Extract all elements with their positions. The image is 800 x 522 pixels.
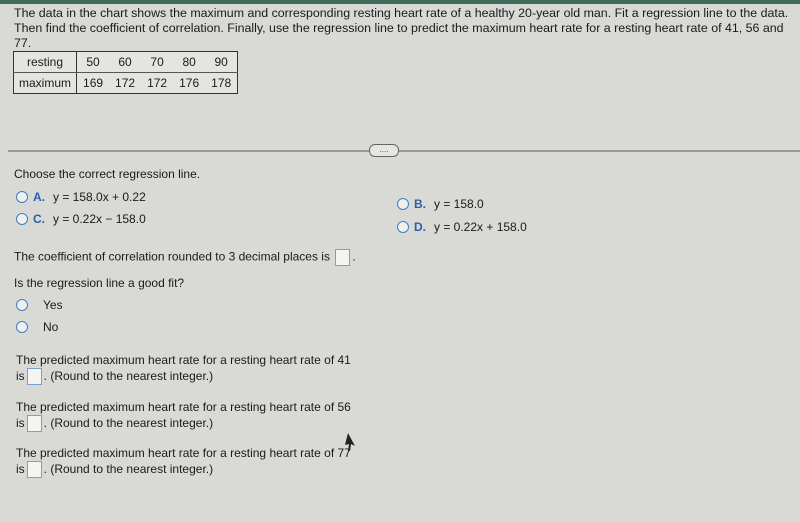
option-text: y = 158.0 xyxy=(434,197,484,211)
option-yes[interactable]: Yes xyxy=(16,298,63,312)
option-letter: B. xyxy=(414,197,426,211)
intro-line-1: The data in the chart shows the maximum … xyxy=(14,6,789,20)
is-label: is xyxy=(16,369,25,383)
radio-icon[interactable] xyxy=(16,299,28,311)
prediction-input-41[interactable] xyxy=(26,368,42,386)
suffix: . xyxy=(352,249,356,264)
regression-prompt: Choose the correct regression line. xyxy=(14,167,201,181)
data-table: resting 50 60 70 80 90 maximum 169 172 1… xyxy=(13,51,239,94)
option-letter: A. xyxy=(33,190,45,204)
mouse-cursor-icon xyxy=(345,433,355,451)
radio-icon[interactable] xyxy=(397,221,409,233)
table-row: resting 50 60 70 80 90 xyxy=(13,51,238,73)
option-letter: C. xyxy=(33,212,45,226)
intro-line-2: Then find the coefficient of correlation… xyxy=(14,21,784,50)
prediction-input-77[interactable] xyxy=(26,461,42,479)
prediction-prompt: The predicted maximum heart rate for a r… xyxy=(16,446,351,460)
option-no[interactable]: No xyxy=(16,320,58,334)
prediction-prompt: The predicted maximum heart rate for a r… xyxy=(16,353,351,367)
option-b[interactable]: B. y = 158.0 xyxy=(397,197,484,211)
option-text: y = 0.22x − 158.0 xyxy=(53,212,146,226)
table-cell: 172 xyxy=(115,76,136,90)
prediction-77: The predicted maximum heart rate for a r… xyxy=(16,445,351,479)
option-text: y = 0.22x + 158.0 xyxy=(434,220,527,234)
table-cell: 70 xyxy=(141,51,174,73)
rounding-hint: . (Round to the nearest integer.) xyxy=(43,462,214,476)
option-d[interactable]: D. y = 0.22x + 158.0 xyxy=(397,220,527,234)
table-cell: 50 xyxy=(76,51,110,73)
table-row: maximum 169 172 172 176 178 xyxy=(13,72,238,94)
prediction-input-56[interactable] xyxy=(26,415,42,433)
option-letter: D. xyxy=(414,220,426,234)
option-c[interactable]: C. y = 0.22x − 158.0 xyxy=(16,212,146,226)
question-intro: The data in the chart shows the maximum … xyxy=(14,6,794,51)
radio-icon[interactable] xyxy=(16,213,28,225)
option-a[interactable]: A. y = 158.0x + 0.22 xyxy=(16,190,146,204)
fit-prompt: Is the regression line a good fit? xyxy=(14,276,185,290)
row-header-resting: resting xyxy=(13,51,78,73)
row-header-maximum: maximum xyxy=(13,72,78,94)
table-cell: 90 xyxy=(205,51,238,73)
option-text: Yes xyxy=(43,298,63,312)
radio-icon[interactable] xyxy=(16,321,28,333)
expand-more-button[interactable]: .... xyxy=(369,144,399,157)
section-divider xyxy=(8,150,800,152)
option-text: No xyxy=(43,320,59,334)
table-cell: 176 xyxy=(179,76,200,90)
prediction-41: The predicted maximum heart rate for a r… xyxy=(16,352,351,386)
table-cell: 169 xyxy=(83,76,104,90)
radio-icon[interactable] xyxy=(397,198,409,210)
rounding-hint: . (Round to the nearest integer.) xyxy=(43,416,214,430)
correlation-prompt: The coefficient of correlation rounded t… xyxy=(14,249,330,264)
table-cell: 60 xyxy=(109,51,142,73)
radio-icon[interactable] xyxy=(16,191,28,203)
option-text: y = 158.0x + 0.22 xyxy=(53,190,146,204)
table-cell: 172 xyxy=(147,76,168,90)
is-label: is xyxy=(16,416,25,430)
table-cell: 80 xyxy=(173,51,206,73)
prediction-56: The predicted maximum heart rate for a r… xyxy=(16,399,351,433)
table-cell: 178 xyxy=(211,76,232,90)
correlation-input[interactable] xyxy=(335,249,351,266)
top-bar xyxy=(0,0,800,4)
is-label: is xyxy=(16,462,25,476)
correlation-question: The coefficient of correlation rounded t… xyxy=(14,249,356,266)
rounding-hint: . (Round to the nearest integer.) xyxy=(43,369,214,383)
prediction-prompt: The predicted maximum heart rate for a r… xyxy=(16,400,351,414)
